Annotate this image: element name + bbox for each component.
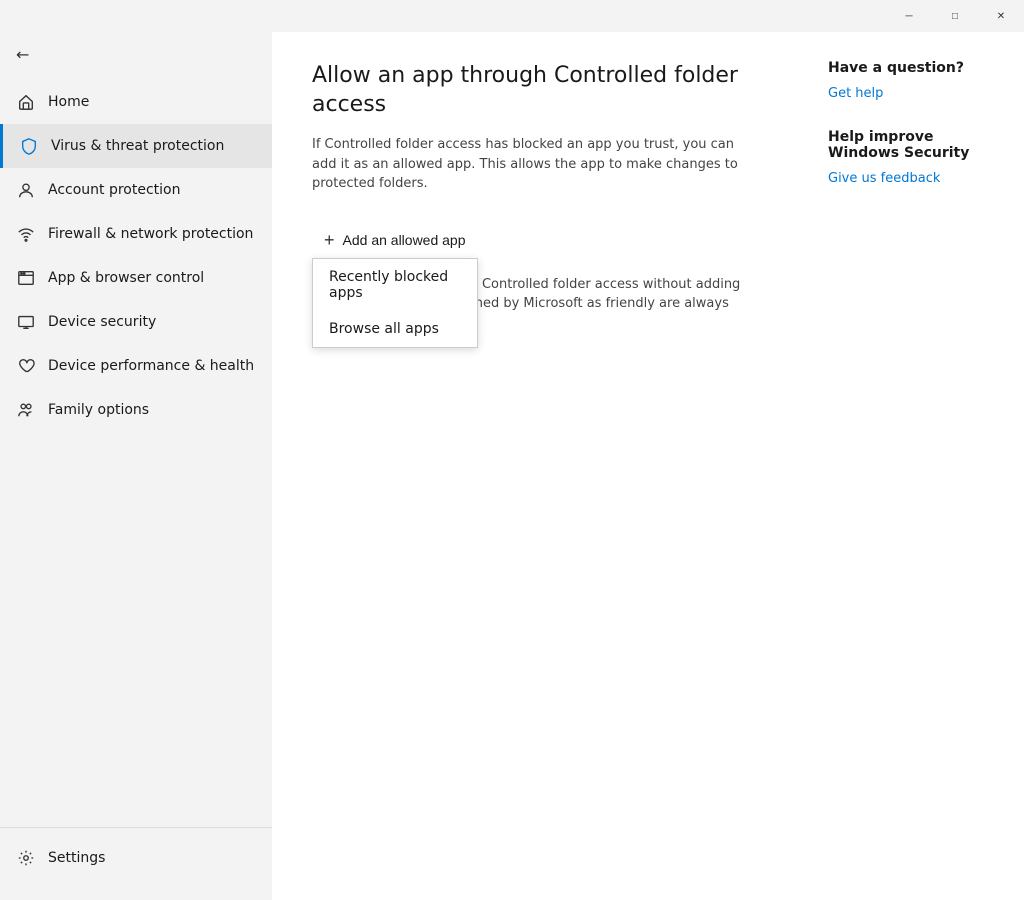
add-btn-label: Add an allowed app (343, 232, 466, 248)
family-icon (16, 400, 36, 420)
shield-icon (19, 136, 39, 156)
sidebar-item-account-label: Account protection (48, 182, 181, 198)
add-app-dropdown: Recently blocked apps Browse all apps (312, 258, 478, 348)
sidebar-item-device-health[interactable]: Device performance & health (0, 344, 272, 388)
gear-icon (16, 848, 36, 868)
close-button[interactable]: ✕ (978, 0, 1024, 32)
sidebar-item-virus-label: Virus & threat protection (51, 138, 224, 154)
page-title: Allow an app through Controlled folder a… (312, 62, 764, 119)
sidebar-item-home-label: Home (48, 94, 89, 110)
browser-icon (16, 268, 36, 288)
sidebar: ← Home Virus & threat protection (0, 32, 272, 900)
get-help-link[interactable]: Get help (828, 86, 883, 101)
back-button[interactable]: ← (0, 32, 272, 76)
sidebar-item-device-security[interactable]: Device security (0, 300, 272, 344)
titlebar: ─ □ ✕ (0, 0, 1024, 32)
help-improve-title: Help improve Windows Security (828, 129, 1000, 161)
have-question-title: Have a question? (828, 60, 1000, 76)
minimize-button[interactable]: ─ (886, 0, 932, 32)
page-description: If Controlled folder access has blocked … (312, 135, 742, 194)
maximize-button[interactable]: □ (932, 0, 978, 32)
sidebar-item-family[interactable]: Family options (0, 388, 272, 432)
sidebar-item-app-browser-label: App & browser control (48, 270, 204, 286)
device-icon (16, 312, 36, 332)
sidebar-item-virus[interactable]: Virus & threat protection (0, 124, 272, 168)
content-area: Allow an app through Controlled folder a… (272, 32, 804, 900)
sidebar-item-firewall-label: Firewall & network protection (48, 226, 253, 242)
person-icon (16, 180, 36, 200)
sidebar-item-firewall[interactable]: Firewall & network protection (0, 212, 272, 256)
browse-all-apps-item[interactable]: Browse all apps (313, 311, 477, 347)
have-question-section: Have a question? Get help (828, 60, 1000, 101)
app-container: ← Home Virus & threat protection (0, 32, 1024, 900)
right-panel: Have a question? Get help Help improve W… (804, 32, 1024, 900)
add-btn-container: + Add an allowed app Recently blocked ap… (312, 222, 478, 259)
plus-icon: + (324, 230, 335, 251)
sidebar-item-device-health-label: Device performance & health (48, 358, 254, 374)
sidebar-item-settings[interactable]: Settings (0, 836, 272, 880)
help-improve-section: Help improve Windows Security Give us fe… (828, 129, 1000, 186)
sidebar-bottom: Settings (0, 827, 272, 880)
wifi-icon (16, 224, 36, 244)
sidebar-item-app-browser[interactable]: App & browser control (0, 256, 272, 300)
sidebar-item-device-security-label: Device security (48, 314, 156, 330)
back-icon: ← (16, 45, 29, 64)
heart-icon (16, 356, 36, 376)
home-icon (16, 92, 36, 112)
add-allowed-app-button[interactable]: + Add an allowed app (312, 222, 478, 259)
recently-blocked-apps-item[interactable]: Recently blocked apps (313, 259, 477, 311)
sidebar-item-account[interactable]: Account protection (0, 168, 272, 212)
give-feedback-link[interactable]: Give us feedback (828, 171, 940, 186)
settings-label: Settings (48, 850, 105, 866)
sidebar-item-home[interactable]: Home (0, 80, 272, 124)
sidebar-item-family-label: Family options (48, 402, 149, 418)
main-content: Allow an app through Controlled folder a… (272, 32, 1024, 900)
